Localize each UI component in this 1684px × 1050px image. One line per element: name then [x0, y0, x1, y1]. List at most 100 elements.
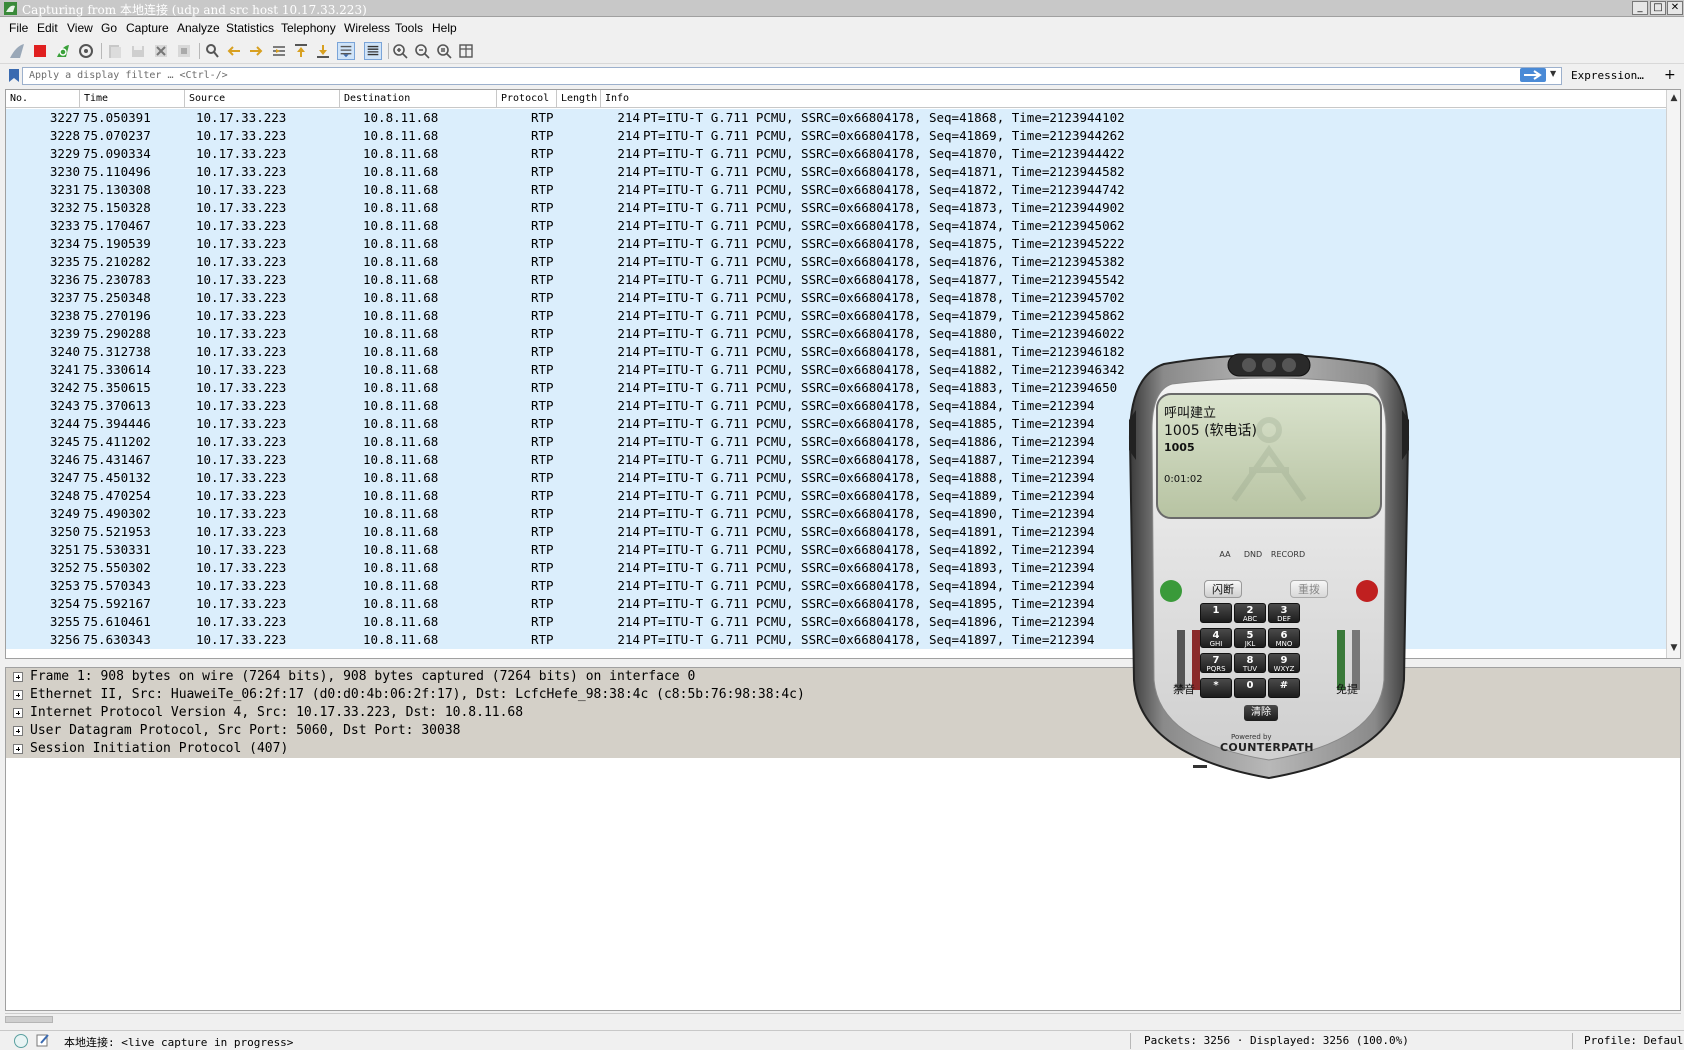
packet-row[interactable]: 3247 75.450132 10.17.33.223 10.8.11.68 RTP 21… — [6, 469, 1666, 487]
packet-row[interactable]: 3251 75.530331 10.17.33.223 10.8.11.68 RTP 21… — [6, 541, 1666, 559]
go-to-packet-icon[interactable] — [270, 42, 288, 60]
go-forward-icon[interactable] — [247, 42, 265, 60]
keypad-key[interactable]: 4 GHI — [1200, 628, 1232, 648]
packet-row[interactable]: 3232 75.150328 10.17.33.223 10.8.11.68 RTP 21… — [6, 199, 1666, 217]
detail-row-ethernet[interactable]: Ethernet II, Src: HuaweiTe_06:2f:17 (d0:… — [6, 686, 1680, 704]
packet-row[interactable]: 3233 75.170467 10.17.33.223 10.8.11.68 RTP 21… — [6, 217, 1666, 235]
expand-plus-icon[interactable] — [13, 744, 23, 754]
expression-button[interactable]: Expression… — [1571, 69, 1644, 82]
expand-plus-icon[interactable] — [13, 708, 23, 718]
packet-row[interactable]: 3235 75.210282 10.17.33.223 10.8.11.68 RTP 21… — [6, 253, 1666, 271]
flash-button[interactable]: 闪断 — [1204, 580, 1242, 598]
packet-list-scrollbar[interactable]: ▲ ▼ — [1666, 90, 1680, 658]
packet-row[interactable]: 3236 75.230783 10.17.33.223 10.8.11.68 RTP 21… — [6, 271, 1666, 289]
go-last-icon[interactable] — [314, 42, 332, 60]
packet-row[interactable]: 3254 75.592167 10.17.33.223 10.8.11.68 RTP 21… — [6, 595, 1666, 613]
expand-plus-icon[interactable] — [13, 672, 23, 682]
column-header-time[interactable]: Time — [80, 90, 185, 108]
packet-row[interactable]: 3241 75.330614 10.17.33.223 10.8.11.68 RTP 21… — [6, 361, 1666, 379]
close-button[interactable]: ✕ — [1667, 1, 1683, 15]
packet-row[interactable]: 3244 75.394446 10.17.33.223 10.8.11.68 RTP 21… — [6, 415, 1666, 433]
keypad-key[interactable]: 0 — [1234, 678, 1266, 698]
keypad-key[interactable]: * — [1200, 678, 1232, 698]
colorize-icon[interactable] — [364, 42, 382, 60]
menu-statistics[interactable]: Statistics — [226, 21, 274, 35]
zoom-normal-icon[interactable] — [435, 42, 453, 60]
maximize-button[interactable]: □ — [1650, 1, 1666, 15]
bookmark-icon[interactable] — [8, 68, 20, 83]
restart-capture-icon[interactable] — [54, 42, 72, 60]
display-filter-input[interactable]: Apply a display filter … <Ctrl-/> — [22, 67, 1562, 85]
autoscroll-icon[interactable] — [337, 42, 355, 60]
packet-row[interactable]: 3237 75.250348 10.17.33.223 10.8.11.68 RTP 21… — [6, 289, 1666, 307]
packet-row[interactable]: 3255 75.610461 10.17.33.223 10.8.11.68 RTP 21… — [6, 613, 1666, 631]
filter-history-dropdown-icon[interactable]: ▼ — [1550, 69, 1560, 81]
keypad-key[interactable]: 1 — [1200, 603, 1232, 623]
packet-row[interactable]: 3245 75.411202 10.17.33.223 10.8.11.68 RTP 21… — [6, 433, 1666, 451]
packet-row[interactable]: 3228 75.070237 10.17.33.223 10.8.11.68 RTP 21… — [6, 127, 1666, 145]
keypad-key[interactable]: 7 PQRS — [1200, 653, 1232, 673]
packet-row[interactable]: 3248 75.470254 10.17.33.223 10.8.11.68 RTP 21… — [6, 487, 1666, 505]
detail-row-sip[interactable]: Session Initiation Protocol (407) — [6, 740, 1680, 758]
record-button[interactable]: RECORD — [1269, 550, 1307, 564]
column-header-length[interactable]: Length — [557, 90, 601, 108]
packet-row[interactable]: 3240 75.312738 10.17.33.223 10.8.11.68 RTP 21… — [6, 343, 1666, 361]
packet-row[interactable]: 3231 75.130308 10.17.33.223 10.8.11.68 RTP 21… — [6, 181, 1666, 199]
close-file-icon[interactable] — [152, 42, 170, 60]
scrollbar-thumb[interactable] — [5, 1016, 53, 1023]
detail-row-udp[interactable]: User Datagram Protocol, Src Port: 5060, … — [6, 722, 1680, 740]
column-header-destination[interactable]: Destination — [340, 90, 497, 108]
horizontal-scrollbar[interactable] — [5, 1013, 1681, 1024]
column-header-info[interactable]: Info — [601, 90, 1666, 108]
mute-button[interactable]: 禁音 — [1169, 682, 1199, 710]
find-packet-icon[interactable] — [203, 42, 221, 60]
zoom-out-icon[interactable] — [413, 42, 431, 60]
menu-telephony[interactable]: Telephony — [281, 21, 336, 35]
column-header-no[interactable]: No. — [6, 90, 80, 108]
packet-row[interactable]: 3238 75.270196 10.17.33.223 10.8.11.68 RTP 21… — [6, 307, 1666, 325]
keypad-key[interactable]: 2 ABC — [1234, 603, 1266, 623]
scroll-up-icon[interactable]: ▲ — [1668, 92, 1680, 104]
scroll-down-icon[interactable]: ▼ — [1668, 642, 1680, 654]
column-header-source[interactable]: Source — [185, 90, 340, 108]
go-back-icon[interactable] — [225, 42, 243, 60]
packet-row[interactable]: 3229 75.090334 10.17.33.223 10.8.11.68 RTP 21… — [6, 145, 1666, 163]
keypad-key[interactable]: # — [1268, 678, 1300, 698]
expert-info-led-icon[interactable] — [14, 1034, 28, 1048]
redial-button[interactable]: 重拨 — [1290, 580, 1328, 598]
zoom-in-icon[interactable] — [391, 42, 409, 60]
packet-row[interactable]: 3243 75.370613 10.17.33.223 10.8.11.68 RTP 21… — [6, 397, 1666, 415]
resize-columns-icon[interactable] — [457, 42, 475, 60]
softphone-window[interactable]: 呼叫建立 1005 (软电话) 1005 0:01:02 AA DND RECO… — [1124, 350, 1414, 780]
save-file-icon[interactable] — [129, 42, 147, 60]
keypad-key[interactable]: 8 TUV — [1234, 653, 1266, 673]
keypad-key[interactable]: 5 JKL — [1234, 628, 1266, 648]
shark-fin-start-icon[interactable] — [8, 42, 26, 60]
speakerphone-button[interactable]: 免提 — [1332, 682, 1362, 710]
menu-tools[interactable]: Tools — [395, 21, 423, 35]
packet-row[interactable]: 3239 75.290288 10.17.33.223 10.8.11.68 RTP 21… — [6, 325, 1666, 343]
menu-help[interactable]: Help — [432, 21, 457, 35]
packet-row[interactable]: 3249 75.490302 10.17.33.223 10.8.11.68 RTP 21… — [6, 505, 1666, 523]
keypad-key[interactable]: 3 DEF — [1268, 603, 1300, 623]
packet-row[interactable]: 3246 75.431467 10.17.33.223 10.8.11.68 RTP 21… — [6, 451, 1666, 469]
keypad-key[interactable]: 6 MNO — [1268, 628, 1300, 648]
expand-plus-icon[interactable] — [13, 690, 23, 700]
column-header-protocol[interactable]: Protocol — [497, 90, 557, 108]
packet-row[interactable]: 3227 75.050391 10.17.33.223 10.8.11.68 RTP 21… — [6, 109, 1666, 127]
capture-options-icon[interactable] — [77, 42, 95, 60]
menu-file[interactable]: File — [9, 21, 28, 35]
clear-button[interactable]: 清除 — [1244, 705, 1278, 721]
auto-answer-button[interactable]: AA — [1212, 550, 1238, 564]
menu-wireless[interactable]: Wireless — [344, 21, 390, 35]
packet-row[interactable]: 3230 75.110496 10.17.33.223 10.8.11.68 RTP 21… — [6, 163, 1666, 181]
packet-row[interactable]: 3253 75.570343 10.17.33.223 10.8.11.68 RTP 21… — [6, 577, 1666, 595]
apply-filter-button[interactable] — [1520, 68, 1546, 82]
minimize-button[interactable]: _ — [1632, 1, 1648, 15]
detail-row-frame[interactable]: Frame 1: 908 bytes on wire (7264 bits), … — [6, 668, 1680, 686]
packet-row[interactable]: 3250 75.521953 10.17.33.223 10.8.11.68 RTP 21… — [6, 523, 1666, 541]
menu-capture[interactable]: Capture — [126, 21, 169, 35]
reload-file-icon[interactable] — [175, 42, 193, 60]
add-filter-button[interactable]: + — [1664, 67, 1676, 83]
packet-row[interactable]: 3256 75.630343 10.17.33.223 10.8.11.68 RTP 21… — [6, 631, 1666, 649]
